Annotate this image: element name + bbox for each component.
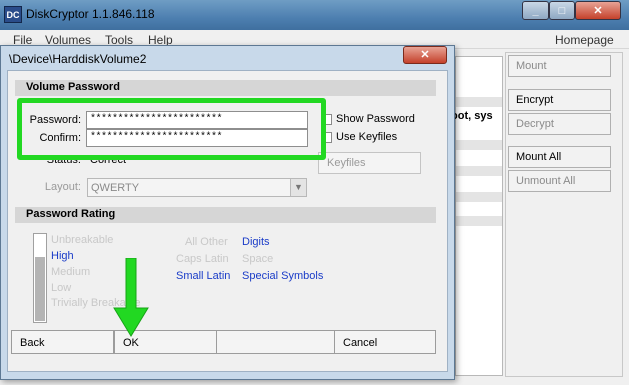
list-row-stripe: [456, 166, 502, 176]
diskcryptor-app-icon: DC: [4, 6, 22, 23]
homepage-link[interactable]: Homepage: [555, 33, 614, 47]
encrypt-button[interactable]: Encrypt: [508, 89, 611, 111]
rating-unbreakable: Unbreakable: [51, 234, 114, 246]
highlight-box: [17, 98, 326, 160]
class-all-other: All Other: [185, 236, 228, 248]
dialog-close-button[interactable]: ✕: [403, 46, 447, 64]
volume-flags-text: oot, sys: [451, 110, 493, 122]
chevron-down-icon[interactable]: ▼: [290, 179, 306, 196]
main-window-titlebar: DC DiskCryptor 1.1.846.118 _ □ ✕: [0, 0, 629, 30]
unmount-all-button[interactable]: Unmount All: [508, 170, 611, 192]
list-row-stripe: [456, 216, 502, 226]
class-small-latin: Small Latin: [176, 270, 231, 282]
button-row-spacer: [217, 330, 334, 354]
list-row-stripe: [456, 192, 502, 202]
main-window-title: DiskCryptor 1.1.846.118: [26, 7, 155, 21]
rating-high: High: [51, 250, 74, 262]
cancel-button[interactable]: Cancel: [334, 330, 436, 354]
show-password-label: Show Password: [336, 113, 415, 125]
volume-password-header: Volume Password: [15, 80, 436, 96]
class-special-symbols: Special Symbols: [242, 270, 324, 282]
minimize-button[interactable]: _: [522, 1, 549, 20]
maximize-button[interactable]: □: [549, 1, 575, 20]
use-keyfiles-label: Use Keyfiles: [336, 131, 398, 143]
close-window-button[interactable]: ✕: [575, 1, 621, 20]
class-space: Space: [242, 253, 274, 265]
class-caps-latin: Caps Latin: [176, 253, 229, 265]
dialog-title: \Device\HarddiskVolume2: [9, 52, 147, 66]
back-button[interactable]: Back: [11, 330, 114, 354]
mount-button[interactable]: Mount: [508, 55, 611, 77]
down-arrow-icon: [113, 258, 149, 337]
password-rating-header: Password Rating: [15, 207, 436, 223]
layout-label: Layout:: [44, 181, 81, 193]
rating-meter-fill: [35, 257, 45, 321]
decrypt-button[interactable]: Decrypt: [508, 113, 611, 135]
keyfiles-button[interactable]: Keyfiles: [318, 152, 421, 174]
list-row-stripe: [456, 140, 502, 150]
layout-select[interactable]: QWERTY: [87, 178, 307, 197]
mount-all-button[interactable]: Mount All: [508, 146, 611, 168]
class-digits: Digits: [242, 236, 270, 248]
rating-medium: Medium: [51, 266, 91, 278]
list-row-stripe: [456, 97, 502, 107]
rating-low: Low: [51, 282, 72, 294]
